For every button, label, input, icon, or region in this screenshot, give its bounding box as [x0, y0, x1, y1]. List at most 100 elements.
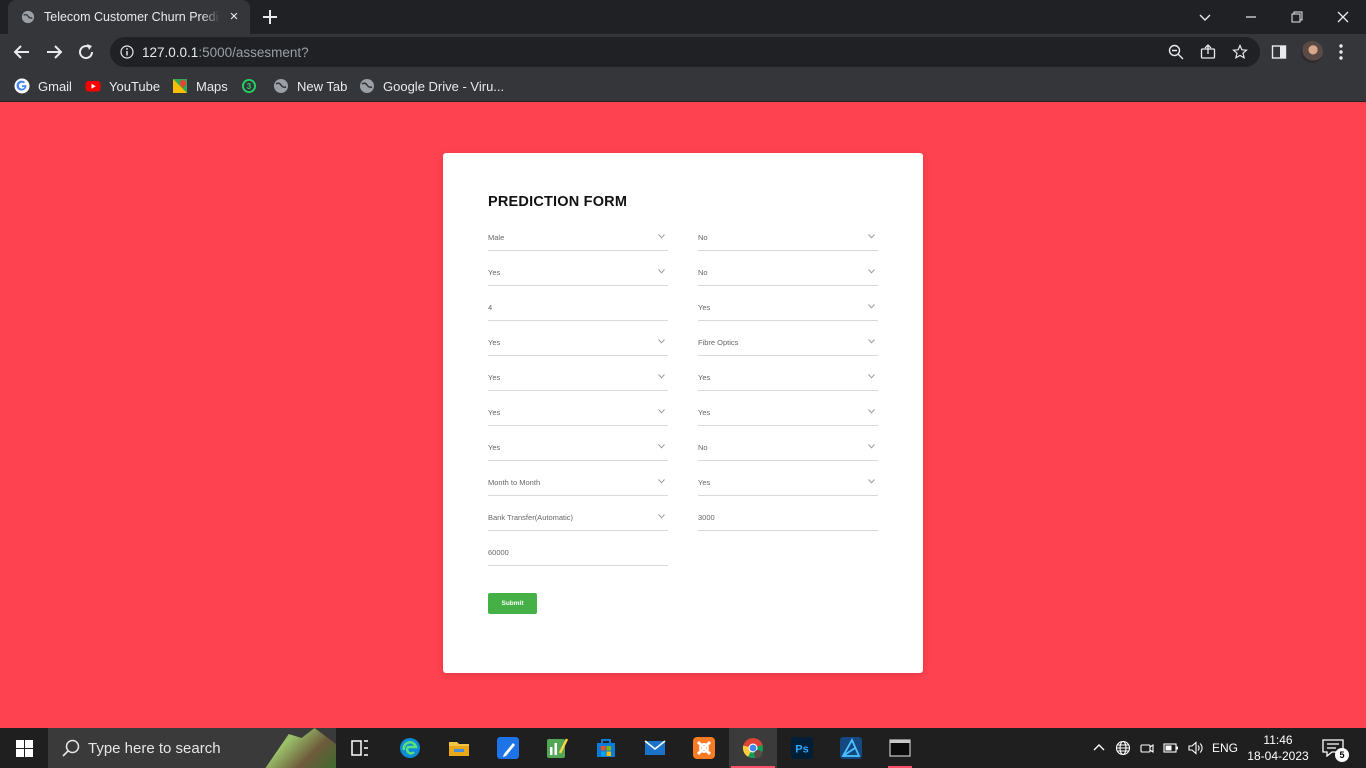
chevron-up-icon[interactable] — [1091, 740, 1107, 756]
bookmark-maps[interactable]: Maps — [172, 76, 228, 96]
new-tab-icon[interactable] — [259, 6, 281, 28]
payment-method-select[interactable]: Bank Transfer(Automatic) — [488, 511, 668, 531]
bookmark-youtube[interactable]: YouTube — [85, 76, 160, 96]
app-chart-editor[interactable] — [533, 728, 581, 768]
side-panel-icon[interactable] — [1271, 44, 1287, 60]
search-highlight-image — [265, 728, 336, 768]
total-charges-input[interactable]: 60000 — [488, 546, 668, 566]
bookmark-gmail[interactable]: Gmail — [14, 76, 72, 96]
address-bar[interactable]: 127.0.0.1:5000/assesment? — [110, 37, 1260, 67]
globe-icon — [360, 79, 374, 93]
tech-support-select[interactable]: Yes — [698, 406, 878, 426]
folder-icon — [449, 742, 469, 756]
chevron-down-icon — [1199, 14, 1211, 21]
tab-title: Telecom Customer Churn Prediction — [44, 10, 220, 24]
taskbar-search[interactable]: Type here to search — [48, 728, 336, 768]
multiple-lines-select[interactable]: Yes — [488, 336, 668, 356]
edge-app[interactable] — [386, 728, 434, 768]
xampp-app[interactable] — [680, 728, 728, 768]
url-text[interactable]: 127.0.0.1:5000/assesment? — [142, 45, 309, 60]
app-pen[interactable] — [484, 728, 532, 768]
back-icon[interactable] — [10, 41, 34, 63]
bookmark-new-tab[interactable]: New Tab — [273, 76, 347, 96]
star-icon[interactable] — [1232, 44, 1248, 60]
online-security-select[interactable]: Yes — [488, 371, 668, 391]
mail-icon — [644, 740, 666, 755]
terminal-app[interactable] — [876, 728, 924, 768]
gender-select[interactable]: Male — [488, 231, 668, 251]
zoom-icon[interactable] — [1168, 44, 1184, 60]
monthly-charges-input[interactable]: 3000 — [698, 511, 878, 531]
language-indicator[interactable]: ENG — [1212, 741, 1238, 755]
contract-select[interactable]: Month to Month — [488, 476, 668, 496]
svg-text:3: 3 — [247, 82, 252, 91]
streaming-movies-select[interactable]: No — [698, 441, 878, 461]
affinity-app[interactable] — [827, 728, 875, 768]
search-placeholder: Type here to search — [88, 740, 221, 757]
minimize-icon — [1246, 16, 1256, 18]
device-protection-select[interactable]: Yes — [488, 406, 668, 426]
dependents-select[interactable]: No — [698, 266, 878, 286]
tab-search-button[interactable] — [1182, 0, 1228, 34]
pen-app-icon — [497, 737, 519, 759]
windows-taskbar: Type here to search Ps ENG 11:46 18-04-2… — [0, 728, 1366, 768]
microsoft-store-app[interactable] — [582, 728, 630, 768]
online-backup-select[interactable]: Yes — [698, 371, 878, 391]
bookmark-whatsapp[interactable]: 3 — [241, 76, 257, 96]
submit-button[interactable]: Submit — [488, 593, 537, 614]
bookmark-google-drive[interactable]: Google Drive - Viru... — [359, 76, 504, 96]
start-button[interactable] — [0, 728, 48, 768]
chevron-down-icon — [658, 444, 665, 449]
task-view-button[interactable] — [336, 728, 384, 768]
chevron-down-icon — [658, 234, 665, 239]
senior-citizen-select[interactable]: Yes — [488, 266, 668, 286]
streaming-tv-select[interactable]: Yes — [488, 441, 668, 461]
browser-tab[interactable]: Telecom Customer Churn Prediction × — [8, 0, 250, 34]
info-icon[interactable] — [120, 45, 134, 59]
more-menu-icon[interactable] — [1338, 43, 1344, 61]
partner-select[interactable]: No — [698, 231, 878, 251]
meet-now-icon[interactable] — [1139, 740, 1155, 756]
restore-button[interactable] — [1274, 0, 1320, 34]
tenure-input[interactable]: 4 — [488, 301, 668, 321]
notification-count-badge: 5 — [1335, 748, 1349, 762]
whatsapp-icon: 3 — [242, 79, 256, 93]
affinity-icon — [840, 737, 862, 759]
chevron-down-icon — [868, 444, 875, 449]
phone-service-select[interactable]: Yes — [698, 301, 878, 321]
search-icon — [62, 739, 80, 757]
system-clock[interactable]: 11:46 18-04-2023 — [1244, 732, 1312, 764]
close-window-button[interactable] — [1320, 0, 1366, 34]
volume-icon[interactable] — [1187, 740, 1203, 756]
chevron-down-icon — [658, 339, 665, 344]
tab-strip: Telecom Customer Churn Prediction × — [0, 0, 1366, 34]
share-icon[interactable] — [1200, 44, 1216, 60]
reload-icon[interactable] — [74, 41, 98, 63]
minimize-button[interactable] — [1228, 0, 1274, 34]
xampp-icon — [693, 737, 715, 759]
chevron-down-icon — [868, 374, 875, 379]
mail-app[interactable] — [631, 728, 679, 768]
store-icon — [597, 739, 615, 757]
google-icon — [14, 78, 30, 94]
internet-service-select[interactable]: Fibre Optics — [698, 336, 878, 356]
battery-icon[interactable] — [1163, 740, 1179, 756]
tab-close-icon[interactable]: × — [226, 9, 242, 25]
paperless-billing-select[interactable]: Yes — [698, 476, 878, 496]
browser-toolbar: 127.0.0.1:5000/assesment? — [0, 34, 1366, 70]
chart-app-icon — [547, 738, 568, 758]
form-title: PREDICTION FORM — [488, 194, 628, 210]
chevron-down-icon — [658, 269, 665, 274]
chrome-app[interactable] — [729, 728, 777, 768]
windows-icon — [16, 740, 33, 757]
globe-icon — [21, 10, 35, 24]
profile-avatar[interactable] — [1301, 41, 1323, 63]
network-globe-icon[interactable] — [1115, 740, 1131, 756]
edge-icon — [400, 738, 420, 758]
chevron-down-icon — [658, 374, 665, 379]
youtube-icon — [85, 81, 101, 92]
photoshop-app[interactable]: Ps — [778, 728, 826, 768]
file-explorer-app[interactable] — [435, 728, 483, 768]
forward-icon[interactable] — [42, 41, 66, 63]
page-background: PREDICTION FORM Male Yes 4 Yes Yes Yes Y… — [0, 102, 1366, 728]
